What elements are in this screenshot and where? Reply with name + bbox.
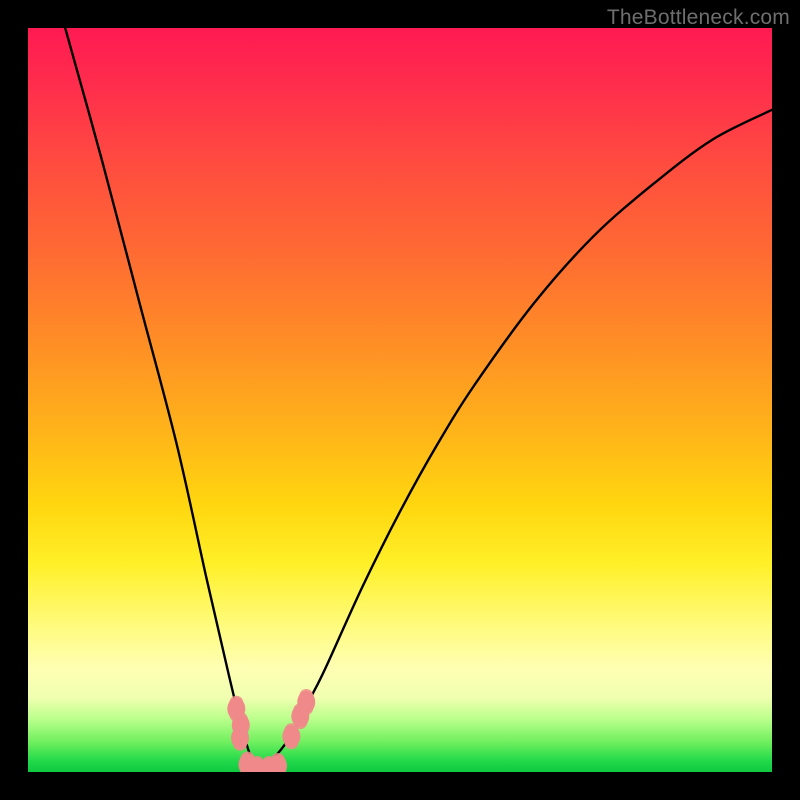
plot-area	[28, 28, 772, 772]
marker-capsule	[233, 725, 247, 751]
chart-frame: TheBottleneck.com	[0, 0, 800, 800]
marker-capsule	[271, 753, 285, 772]
curve-svg	[28, 28, 772, 772]
marker-capsule	[299, 689, 313, 715]
marker-group	[227, 689, 315, 772]
watermark-text: TheBottleneck.com	[607, 6, 790, 30]
bottleneck-curve	[65, 28, 772, 767]
